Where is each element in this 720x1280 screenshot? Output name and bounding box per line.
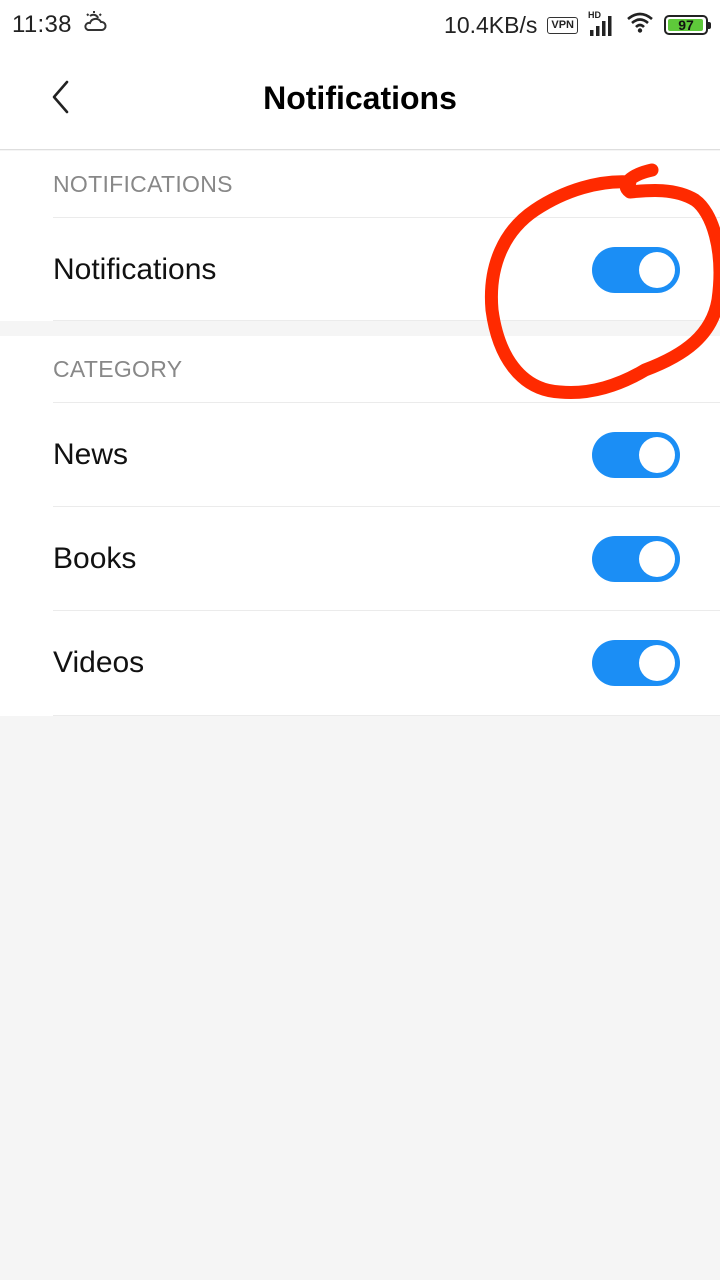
toggle-knob: [639, 251, 675, 288]
battery-level: 97: [678, 17, 694, 33]
notifications-toggle[interactable]: [592, 246, 680, 293]
page-title: Notifications: [263, 80, 457, 116]
section-header-category: CATEGORY: [53, 355, 183, 382]
toggle-knob: [639, 436, 675, 473]
notifications-settings-screen: 11:38 10.4KB/s VPN HD 97 Notifications N…: [0, 0, 720, 1280]
books-label: Books: [53, 541, 137, 575]
news-label: News: [53, 437, 129, 471]
toggle-knob: [639, 644, 675, 681]
news-toggle[interactable]: [592, 431, 680, 478]
notifications-section: NOTIFICATIONS Notifications: [0, 151, 720, 321]
news-row[interactable]: News: [53, 402, 720, 506]
status-bar-right: 10.4KB/s VPN HD 97: [444, 10, 711, 39]
network-speed: 10.4KB/s: [444, 11, 538, 38]
vpn-icon: VPN: [547, 16, 578, 34]
videos-toggle[interactable]: [592, 639, 680, 686]
signal-icon: HD: [588, 10, 616, 38]
section-header-notifications: NOTIFICATIONS: [53, 170, 233, 197]
divider: [53, 715, 720, 716]
books-toggle[interactable]: [592, 535, 680, 582]
videos-label: Videos: [53, 645, 145, 679]
app-header: Notifications: [0, 50, 720, 150]
notifications-label: Notifications: [53, 252, 217, 286]
videos-row[interactable]: Videos: [53, 610, 720, 714]
toggle-knob: [639, 540, 675, 577]
status-time: 11:38: [12, 11, 72, 38]
weather-icon: [82, 10, 108, 40]
notifications-row[interactable]: Notifications: [53, 217, 720, 321]
divider: [53, 320, 720, 321]
status-bar-left: 11:38: [12, 10, 108, 40]
wifi-icon: [626, 11, 654, 39]
status-bar: 11:38 10.4KB/s VPN HD 97: [0, 0, 720, 50]
category-section: CATEGORY News Books Videos: [0, 336, 720, 716]
battery-icon: 97: [664, 15, 711, 35]
books-row[interactable]: Books: [53, 506, 720, 610]
